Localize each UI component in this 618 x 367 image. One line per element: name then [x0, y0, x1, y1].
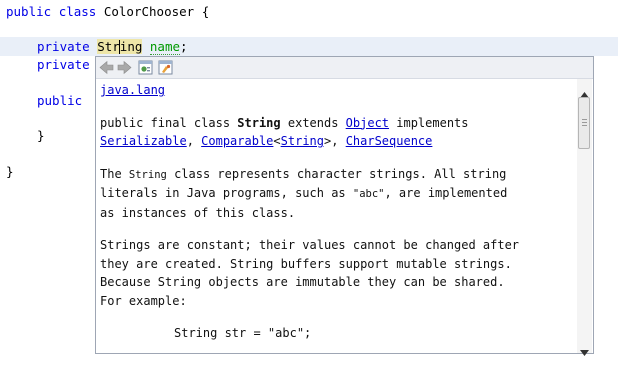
description-para1-line1: The String class represents character st… — [100, 165, 570, 185]
field-declaration-line-2: private — [37, 56, 90, 74]
method-declaration-line: public — [37, 92, 82, 110]
class-signature: public final class String extends Object… — [100, 114, 570, 133]
javadoc-popup[interactable]: java.lang public final class String exte… — [95, 56, 594, 356]
javadoc-toolbar — [96, 57, 593, 79]
signature-class-name: String — [237, 115, 281, 130]
signature-implements: implements — [389, 115, 469, 130]
text-run: class represents character strings. All … — [166, 166, 507, 181]
scroll-down-arrow-icon[interactable] — [580, 341, 589, 360]
open-in-browser-icon[interactable] — [157, 59, 174, 76]
text-caret — [119, 40, 120, 54]
javadoc-content: java.lang public final class String exte… — [100, 81, 570, 351]
description-para2-line1: Strings are constant; their values canno… — [100, 238, 520, 252]
interface-link-comparable[interactable]: Comparable — [201, 134, 273, 148]
interface-link-serializable[interactable]: Serializable — [100, 134, 187, 148]
semicolon: ; — [180, 39, 188, 54]
keyword-private: private — [37, 57, 90, 72]
keyword-public: public — [6, 4, 52, 19]
signature-extends: extends — [280, 115, 346, 130]
type-arg-link-string[interactable]: String — [281, 134, 324, 148]
keyword-public: public — [37, 93, 83, 108]
code-example: String str = "abc"; — [174, 326, 312, 340]
generic-open: < — [273, 134, 281, 148]
class-interfaces: Serializable, Comparable<String>, CharSe… — [100, 132, 570, 151]
description-para1-line2: literals in Java programs, such as "abc"… — [100, 184, 570, 204]
interface-link-charsequence[interactable]: CharSequence — [346, 134, 433, 148]
separator: , — [331, 134, 346, 148]
package-link[interactable]: java.lang — [100, 83, 165, 97]
vertical-scrollbar[interactable] — [577, 79, 592, 356]
inner-close-brace: } — [37, 128, 45, 143]
class-declaration-line: public class ColorChooser { — [6, 3, 209, 21]
description-para2-line3: Because String objects are immutable the… — [100, 275, 505, 289]
keyword-class: class — [58, 4, 97, 19]
field-name: name — [149, 39, 181, 55]
field-declaration-line: private String name; — [37, 38, 188, 56]
separator: , — [186, 134, 202, 148]
description-para2-line2: they are created. String buffers support… — [100, 256, 512, 271]
outer-close-brace: } — [6, 164, 14, 179]
superclass-link[interactable]: Object — [346, 116, 389, 130]
description-para2-line4: For example: — [100, 293, 187, 308]
keyword-private: private — [37, 39, 90, 54]
inline-code: String — [128, 168, 167, 181]
text-run: , are implemented — [384, 186, 508, 200]
inline-code: "abc" — [352, 188, 385, 200]
open-source-icon[interactable] — [137, 59, 154, 76]
back-icon[interactable] — [98, 59, 115, 76]
signature-prefix: public final class — [100, 115, 238, 130]
description-para1-line3: as instances of this class. — [100, 205, 296, 220]
text-run: The — [100, 166, 129, 181]
forward-icon[interactable] — [116, 59, 133, 76]
scrollbar-thumb[interactable] — [578, 97, 590, 149]
open-brace: { — [201, 4, 210, 19]
class-name: ColorChooser — [103, 4, 195, 19]
text-run: literals in Java programs, such as — [100, 186, 353, 200]
